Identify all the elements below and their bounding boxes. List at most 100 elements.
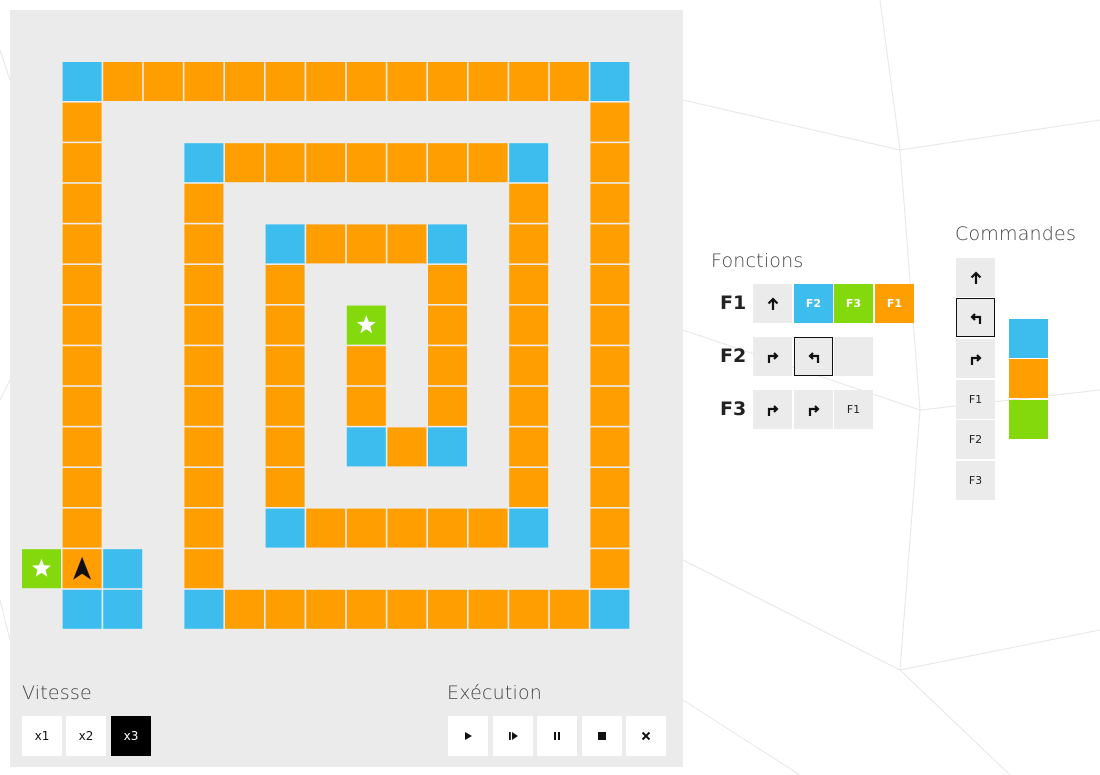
pause-button[interactable] [537,716,577,756]
board-cell [346,508,386,548]
board-cell [590,265,630,304]
board-cell [468,508,508,548]
board-cell [103,549,143,589]
board-cell [428,386,467,426]
board-cell [62,427,102,467]
board-cell [62,468,102,507]
command-f3[interactable]: F3 [956,461,995,500]
board-cell [387,589,427,629]
board-cell [265,468,305,507]
clear-button[interactable] [626,716,666,756]
board-cell [346,346,386,386]
board-cell [428,62,467,101]
play-button[interactable] [448,716,488,756]
board-cell [265,427,305,467]
board-cell [509,589,549,629]
board-cell [509,508,549,548]
step-icon [509,732,518,740]
board-cell [509,62,549,101]
board-cell [590,427,630,467]
board-cell [225,62,264,101]
f1-slot-1[interactable] [753,284,792,323]
board-cell [62,143,102,183]
board-cell [387,143,427,183]
turn-right-icon [767,351,779,363]
board-cell [265,265,305,304]
board-cell [590,386,630,426]
f3-slot-1[interactable] [753,390,792,429]
board-cell [590,224,630,264]
f3-slot-3[interactable]: F1 [834,390,873,429]
board-cell [265,386,305,426]
board-cell [62,386,102,426]
board-cell [225,589,264,629]
command-f2[interactable]: F2 [956,420,995,459]
board-cell [428,427,467,467]
board-cell [346,589,386,629]
turn-right-icon [767,404,779,416]
board-cell [590,62,630,101]
stop-icon [598,732,606,740]
function-f1-label: F1 [720,292,747,314]
board-cell [590,346,630,386]
board-cell [509,427,549,467]
board-cell [590,508,630,548]
f3-slot-2[interactable] [794,390,833,429]
board-cell [306,143,346,183]
speed-x1-button[interactable]: x1 [22,716,62,756]
arrow-up-icon [767,296,778,310]
color-blue-swatch[interactable] [1009,319,1048,358]
command-forward[interactable] [956,258,995,297]
color-orange-swatch[interactable] [1009,359,1048,398]
f1-slot-4[interactable]: F1 [875,284,914,323]
speed-x3-button[interactable]: x3 [111,716,151,756]
f2-slot-1[interactable] [753,337,792,376]
board-cell [428,143,467,183]
board-cell [265,346,305,386]
board-cell [387,427,427,467]
board-cell [509,224,549,264]
board-cell [265,589,305,629]
board-cell [265,305,305,345]
board-cell [62,589,102,629]
f1-slot-2[interactable]: F2 [794,284,833,323]
board-cell [468,143,508,183]
play-icon [465,732,472,740]
board-cell [184,468,224,507]
board-cell [184,224,224,264]
board-cell [225,143,264,183]
board-cell [103,62,143,101]
board-cell [590,305,630,345]
board-cell [346,143,386,183]
board-cell [590,102,630,142]
stop-button[interactable] [582,716,622,756]
board-cell [306,62,346,101]
turn-right-icon [970,353,982,365]
board-cell [387,62,427,101]
turn-right-icon [808,404,820,416]
board-cell [306,589,346,629]
speed-title: Vitesse [22,682,92,704]
f2-slot-2[interactable] [794,337,833,376]
board-cell [509,265,549,304]
color-green-swatch[interactable] [1009,400,1048,439]
board-cell [428,589,467,629]
board-cell [62,62,102,101]
board-cell [590,589,630,629]
board-cell [509,386,549,426]
speed-x2-button[interactable]: x2 [66,716,106,756]
board-cell [387,508,427,548]
board-cell [346,386,386,426]
board-cell [62,346,102,386]
command-turn-left[interactable] [956,298,995,337]
board-cell [428,265,467,304]
board-cell [428,508,467,548]
f2-slot-3[interactable] [834,337,873,376]
board-cell [265,62,305,101]
command-turn-right[interactable] [956,339,995,378]
f1-slot-3[interactable]: F3 [834,284,873,323]
step-button[interactable] [493,716,533,756]
command-f1[interactable]: F1 [956,380,995,419]
board-cell [62,508,102,548]
level-grid [22,62,630,629]
